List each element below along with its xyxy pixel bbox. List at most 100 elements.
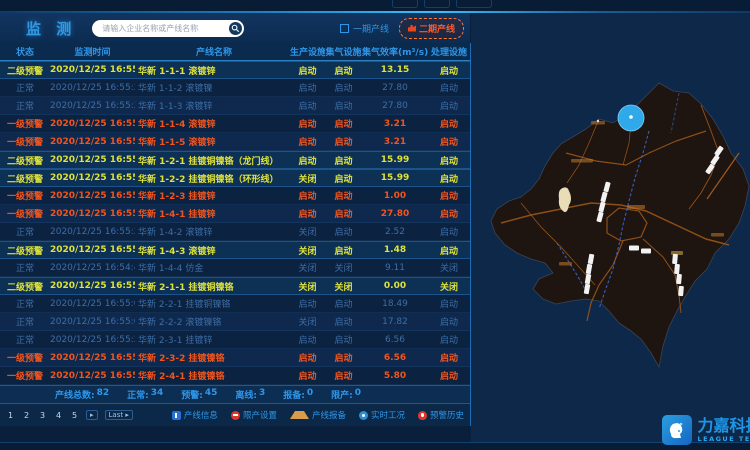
cell-time: 2020/12/25 16:55:24 bbox=[50, 209, 135, 219]
search-icon[interactable] bbox=[229, 22, 242, 35]
col-status: 状态 bbox=[0, 45, 50, 58]
table-row[interactable]: 二级预警 2020/12/25 16:55:24 华新 1-2-2 挂镀铜镍铬（… bbox=[0, 169, 470, 187]
cell-gas: 启动 bbox=[325, 351, 362, 364]
cell-time: 2020/12/25 16:55:04 bbox=[50, 317, 135, 327]
cell-treatment: 启动 bbox=[428, 369, 470, 382]
cell-gas: 启动 bbox=[325, 99, 362, 112]
cell-production: 关闭 bbox=[290, 225, 325, 238]
page-number[interactable]: 2 bbox=[22, 411, 31, 420]
cell-treatment: 关闭 bbox=[428, 261, 470, 274]
top-deco-shape bbox=[424, 0, 450, 8]
summary-value: 3 bbox=[259, 388, 265, 401]
legend-button[interactable]: 实时工况 bbox=[359, 409, 405, 421]
legend-button[interactable]: 预警历史 bbox=[418, 409, 464, 421]
map-svg bbox=[471, 13, 750, 450]
legend-button[interactable]: 限产设置 bbox=[231, 409, 277, 421]
league-tech-logo-icon bbox=[662, 415, 692, 445]
table-row[interactable]: 正常 2020/12/25 16:54:44 华新 1-4-4 仿金 关闭 关闭… bbox=[0, 259, 470, 277]
cell-treatment: 启动 bbox=[428, 207, 470, 220]
cell-gas: 启动 bbox=[325, 154, 362, 167]
cell-treatment: 启动 bbox=[428, 333, 470, 346]
table-row[interactable]: 正常 2020/12/25 16:55:04 华新 2-2-2 滚镀镍铬 关闭 … bbox=[0, 313, 470, 331]
table-row[interactable]: 一级预警 2020/12/25 16:55:24 华新 1-4-1 挂镀锌 启动… bbox=[0, 205, 470, 223]
table-row[interactable]: 一级预警 2020/12/25 16:55:24 华新 1-1-5 滚镀锌 启动… bbox=[0, 133, 470, 151]
table-row[interactable]: 正常 2020/12/25 16:55:24 华新 1-1-2 滚镀镍 启动 启… bbox=[0, 79, 470, 97]
alarm-bell-icon bbox=[418, 411, 427, 420]
cell-time: 2020/12/25 16:55:04 bbox=[50, 245, 135, 255]
cell-line-name: 华新 1-1-4 滚镀锌 bbox=[135, 117, 290, 130]
cell-efficiency: 2.52 bbox=[362, 227, 428, 237]
cell-line-name: 华新 2-3-2 挂镀镍铬 bbox=[135, 351, 290, 364]
page-number[interactable]: 5 bbox=[70, 411, 79, 420]
summary-value: 34 bbox=[151, 388, 164, 401]
summary-label: 正常: bbox=[127, 388, 149, 401]
table-row[interactable]: 一级预警 2020/12/25 16:55:24 华新 1-2-3 挂镀锌 启动… bbox=[0, 187, 470, 205]
cell-production: 启动 bbox=[290, 81, 325, 94]
cell-status: 一级预警 bbox=[0, 117, 50, 130]
cell-gas: 关闭 bbox=[325, 280, 362, 293]
factory-icon bbox=[408, 25, 416, 32]
page-number[interactable]: 3 bbox=[38, 411, 47, 420]
page-number[interactable]: 4 bbox=[54, 411, 63, 420]
map-alert-marker[interactable] bbox=[618, 105, 644, 131]
cell-line-name: 华新 1-1-1 滚镀锌 bbox=[135, 64, 290, 77]
cell-gas: 关闭 bbox=[325, 261, 362, 274]
legend-button[interactable]: 产线信息 bbox=[172, 409, 218, 421]
cell-status: 正常 bbox=[0, 333, 50, 346]
cell-treatment: 启动 bbox=[428, 315, 470, 328]
last-page-button[interactable]: Last ▸ bbox=[105, 410, 133, 420]
checkbox-icon[interactable] bbox=[340, 24, 349, 33]
cell-time: 2020/12/25 16:55:24 bbox=[50, 83, 135, 93]
summary-item: 正常: 34 bbox=[127, 388, 163, 401]
cell-gas: 启动 bbox=[325, 244, 362, 257]
table-row[interactable]: 正常 2020/12/25 16:55:24 华新 1-1-3 滚镀锌 启动 启… bbox=[0, 97, 470, 115]
phase2-button[interactable]: 二期产线 bbox=[399, 18, 464, 39]
table-row[interactable]: 一级预警 2020/12/25 16:55:24 华新 2-3-2 挂镀镍铬 启… bbox=[0, 349, 470, 367]
table-row[interactable]: 一级预警 2020/12/25 16:55:24 华新 2-4-1 挂镀镍铬 启… bbox=[0, 367, 470, 385]
cell-efficiency: 27.80 bbox=[362, 83, 428, 93]
next-page-button[interactable]: ▸ bbox=[86, 410, 98, 420]
search-input[interactable] bbox=[100, 23, 229, 34]
table-header-row: 状态 监测时间 产线名称 生产设施 集气设施 集气效率(m³/s) 处理设施 bbox=[0, 43, 470, 61]
cell-efficiency: 3.21 bbox=[362, 137, 428, 147]
table-row[interactable]: 二级预警 2020/12/25 16:55:24 华新 2-1-1 挂镀铜镍铬 … bbox=[0, 277, 470, 295]
cell-treatment: 关闭 bbox=[428, 280, 470, 293]
cell-time: 2020/12/25 16:55:24 bbox=[50, 191, 135, 201]
summary-label: 限产: bbox=[331, 388, 353, 401]
table-row[interactable]: 正常 2020/12/25 16:55:04 华新 2-2-1 挂镀铜镍铬 启动… bbox=[0, 295, 470, 313]
cell-status: 一级预警 bbox=[0, 135, 50, 148]
table-footer: 12345 ▸ Last ▸ 产线信息 限产设置 bbox=[0, 404, 470, 426]
cell-efficiency: 6.56 bbox=[362, 353, 428, 363]
summary-item: 离线: 3 bbox=[235, 388, 265, 401]
legend-label: 产线信息 bbox=[184, 409, 218, 421]
phase1-checkbox[interactable]: 一期产线 bbox=[340, 22, 389, 35]
table-row[interactable]: 二级预警 2020/12/25 16:55:04 华新 1-4-3 滚镀锌 关闭… bbox=[0, 241, 470, 259]
cell-efficiency: 27.80 bbox=[362, 101, 428, 111]
cell-status: 正常 bbox=[0, 315, 50, 328]
cell-gas: 启动 bbox=[325, 135, 362, 148]
table-row[interactable]: 正常 2020/12/25 16:55:24 华新 2-3-1 挂镀锌 启动 启… bbox=[0, 331, 470, 349]
table-row[interactable]: 一级预警 2020/12/25 16:55:24 华新 1-1-4 滚镀锌 启动… bbox=[0, 115, 470, 133]
cell-gas: 启动 bbox=[325, 297, 362, 310]
info-square-icon bbox=[172, 411, 181, 420]
legend-label: 产线报备 bbox=[312, 409, 346, 421]
table-row[interactable]: 二级预警 2020/12/25 16:55:24 华新 1-1-1 滚镀锌 启动… bbox=[0, 61, 470, 79]
table-row[interactable]: 二级预警 2020/12/25 16:55:04 华新 1-2-1 挂镀铜镍铬（… bbox=[0, 151, 470, 169]
legend-button[interactable]: 产线报备 bbox=[290, 409, 346, 421]
cell-production: 关闭 bbox=[290, 261, 325, 274]
cell-gas: 启动 bbox=[325, 189, 362, 202]
search-box[interactable] bbox=[92, 20, 244, 37]
cell-efficiency: 9.11 bbox=[362, 263, 428, 273]
summary-value: 82 bbox=[97, 388, 110, 401]
pagination: 12345 ▸ Last ▸ bbox=[6, 410, 133, 420]
page-number[interactable]: 1 bbox=[6, 411, 15, 420]
legend-label: 实时工况 bbox=[371, 409, 405, 421]
table-row[interactable]: 正常 2020/12/25 16:55:24 华新 1-4-2 滚镀锌 关闭 启… bbox=[0, 223, 470, 241]
cell-treatment: 启动 bbox=[428, 172, 470, 185]
cell-production: 启动 bbox=[290, 154, 325, 167]
cell-line-name: 华新 2-4-1 挂镀镍铬 bbox=[135, 369, 290, 382]
cell-treatment: 启动 bbox=[428, 244, 470, 257]
cell-status: 正常 bbox=[0, 81, 50, 94]
cell-status: 二级预警 bbox=[0, 244, 50, 257]
cell-status: 正常 bbox=[0, 225, 50, 238]
